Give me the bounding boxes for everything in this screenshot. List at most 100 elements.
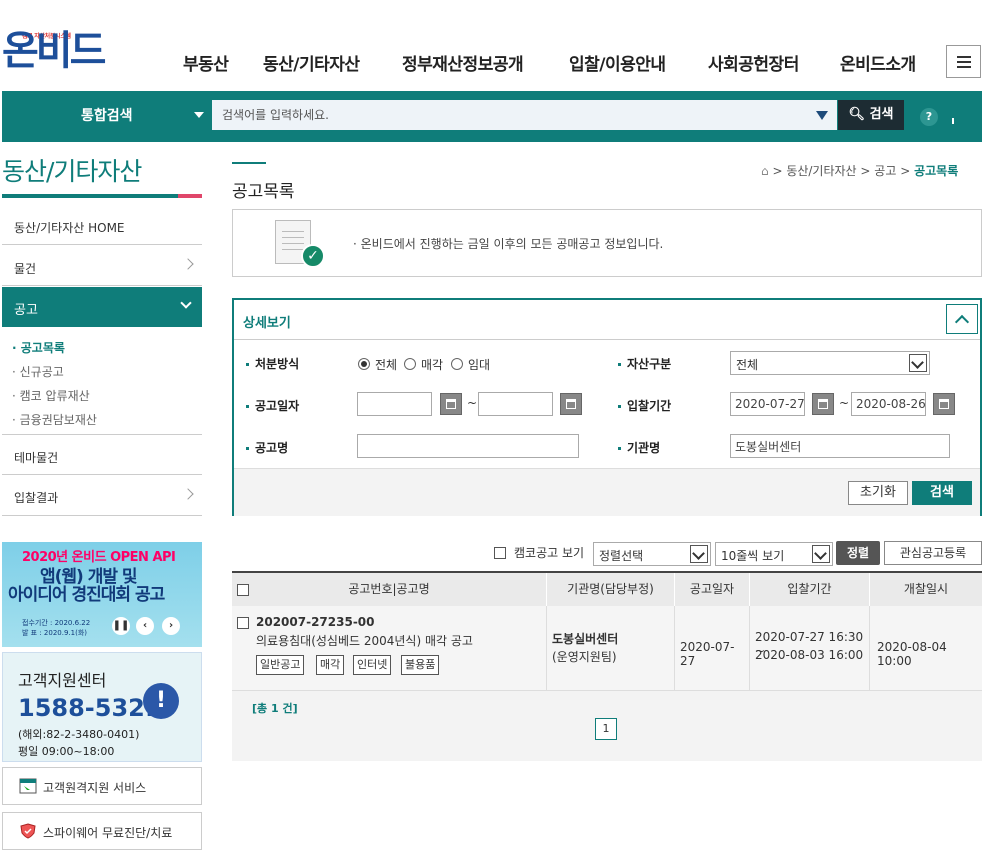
divider xyxy=(232,162,266,164)
nav-movable-assets[interactable]: 동산/기타자산 xyxy=(263,50,360,75)
search-input[interactable] xyxy=(212,100,837,130)
help-icon[interactable]: ? xyxy=(920,108,938,126)
notice-date-label: 공고일자 xyxy=(246,397,299,414)
sort-select-value: 정렬선택 xyxy=(599,549,644,563)
tag: 불용품 xyxy=(401,655,440,675)
radio-all[interactable] xyxy=(358,358,370,370)
sub-item-notice-list[interactable]: · 공고목록 xyxy=(12,339,65,356)
sidebar-item-notice[interactable]: 공고 xyxy=(2,287,202,327)
sidebar-item-label: 공고 xyxy=(14,303,38,318)
search-button[interactable]: 🔍︎ 검색 xyxy=(838,100,904,130)
detail-header: 상세보기 xyxy=(234,300,980,340)
remote-window-icon xyxy=(19,778,37,794)
header-org: 기관명(담당부정) xyxy=(547,573,675,606)
check-icon: ✓ xyxy=(301,244,325,268)
nav-social-market[interactable]: 사회공헌장터 xyxy=(708,50,799,75)
radio-sale[interactable] xyxy=(404,358,416,370)
org-name: 도봉실버센터 xyxy=(552,632,619,646)
chevron-down-icon xyxy=(180,297,192,309)
notice-table: 공고번호|공고명 기관명(담당부정) 공고일자 입찰기간 개찰일시 202007… xyxy=(232,571,982,761)
shield-icon xyxy=(20,823,36,839)
radio-lease[interactable] xyxy=(451,358,463,370)
breadcrumb-item[interactable]: 동산/기타자산 xyxy=(786,164,856,178)
page-button[interactable]: 1 xyxy=(595,718,617,740)
tag: 일반공고 xyxy=(256,655,305,675)
sidebar-item-label: 테마물건 xyxy=(14,451,59,465)
pause-icon[interactable]: ❚❚ xyxy=(112,617,130,635)
notice-number[interactable]: 202007-27235-00 xyxy=(256,615,375,629)
support-overseas: (해외:82-2-3480-0401) xyxy=(18,728,140,741)
page-title: 공고목록 xyxy=(232,182,295,202)
radio-lease-label: 임대 xyxy=(468,358,491,372)
remote-support-button[interactable]: 고객원격지원 서비스 xyxy=(2,767,202,805)
spyware-check-button[interactable]: 스파이웨어 무료진단/치료 xyxy=(2,812,202,850)
nav-gov-property[interactable]: 정부재산정보공개 xyxy=(402,50,524,75)
bid-period-to[interactable] xyxy=(851,392,926,416)
detail-search-panel: 상세보기 처분방식 전체 매각 임대 자산구분 전체 공고일자 ~ 입찰기간 ~… xyxy=(232,298,982,516)
detail-heading: 상세보기 xyxy=(243,316,291,331)
tag: 인터넷 xyxy=(353,655,392,675)
asset-select-value: 전체 xyxy=(736,358,759,372)
promo-banner[interactable]: 2020년 온비드 OPEN API 앱(웹) 개발 및 아이디어 경진대회 공… xyxy=(2,542,202,647)
sidebar-item-label: 입찰결과 xyxy=(14,491,59,505)
kamco-checkbox[interactable] xyxy=(494,547,506,559)
radio-all-label: 전체 xyxy=(375,358,398,372)
sidebar-title: 동산/기타자산 xyxy=(2,157,142,186)
sidebar-item-home[interactable]: 동산/기타자산 HOME xyxy=(2,205,202,245)
tilde: ~ xyxy=(839,396,850,410)
sub-item-kamco[interactable]: · 캠코 압류재산 xyxy=(12,387,90,404)
spyware-check-label: 스파이웨어 무료진단/치료 xyxy=(43,826,173,840)
notice-name[interactable]: 의료용침대(성심베드 2004년식) 매각 공고 xyxy=(256,632,473,649)
sidebar-item-results[interactable]: 입찰결과 xyxy=(2,475,202,516)
search-button-label: 검색 xyxy=(869,107,894,122)
page-size-select[interactable]: 10줄씩 보기 xyxy=(715,542,833,566)
header-open: 개찰일시 xyxy=(870,573,982,606)
bid-period-label: 입찰기간 xyxy=(618,397,671,414)
breadcrumb-item[interactable]: 공고 xyxy=(874,164,896,178)
prev-icon[interactable]: ‹ xyxy=(136,617,154,635)
asset-select[interactable]: 전체 xyxy=(730,351,930,375)
sort-button[interactable]: 정렬 xyxy=(836,541,880,565)
logo[interactable]: 온비드 xyxy=(2,27,106,75)
sub-item-new-notice[interactable]: · 신규공고 xyxy=(12,363,64,380)
collapse-button[interactable] xyxy=(946,304,978,334)
kamco-label: 캠코공고 보기 xyxy=(514,546,585,560)
search-category-select[interactable]: 통합검색 xyxy=(2,91,212,142)
notice-date-to[interactable] xyxy=(478,392,553,416)
notice-date-from[interactable] xyxy=(357,392,432,416)
nav-real-estate[interactable]: 부동산 xyxy=(183,50,229,75)
table-row: 202007-27235-00 의료용침대(성심베드 2004년식) 매각 공고… xyxy=(232,606,982,691)
cell-period: 2020-07-27 16:30 ~ 2020-08-03 16:00 xyxy=(750,606,870,691)
detail-search-button[interactable]: 검색 xyxy=(912,481,972,505)
sort-select[interactable]: 정렬선택 xyxy=(593,542,711,566)
add-favorite-button[interactable]: 관심공고등록 xyxy=(884,541,982,565)
home-icon[interactable]: ⌂ xyxy=(761,164,769,178)
calendar-icon[interactable] xyxy=(933,393,955,415)
org-input[interactable] xyxy=(730,434,950,458)
radio-sale-label: 매각 xyxy=(421,358,444,372)
support-phone: 1588-5321 xyxy=(18,694,162,722)
header-notice: 공고번호|공고명 xyxy=(348,582,430,596)
chevron-down-icon xyxy=(690,545,708,563)
calendar-icon[interactable] xyxy=(440,393,462,415)
nav-about[interactable]: 온비드소개 xyxy=(840,50,916,75)
row-checkbox[interactable] xyxy=(237,617,249,629)
bid-period-from[interactable] xyxy=(730,392,805,416)
sub-item-finance[interactable]: · 금융권담보재산 xyxy=(12,411,97,428)
menu-icon[interactable] xyxy=(946,45,981,78)
breadcrumb-current: 공고목록 xyxy=(914,164,959,178)
select-all-checkbox[interactable] xyxy=(237,584,249,596)
calendar-icon[interactable] xyxy=(560,393,582,415)
search-dropdown-icon[interactable] xyxy=(816,111,828,120)
next-icon[interactable]: › xyxy=(162,617,180,635)
sidebar-item-goods[interactable]: 물건 xyxy=(2,245,202,286)
sidebar-item-theme[interactable]: 테마물건 xyxy=(2,434,202,475)
period-end: 2020-08-03 16:00 xyxy=(755,648,864,662)
notice-name-input[interactable] xyxy=(357,434,579,458)
header-date: 공고일자 xyxy=(675,573,750,606)
chevron-right-icon xyxy=(182,488,194,500)
reset-button[interactable]: 초기화 xyxy=(848,481,908,505)
header-period: 입찰기간 xyxy=(750,573,870,606)
nav-bid-guide[interactable]: 입찰/이용안내 xyxy=(569,50,666,75)
calendar-icon[interactable] xyxy=(812,393,834,415)
